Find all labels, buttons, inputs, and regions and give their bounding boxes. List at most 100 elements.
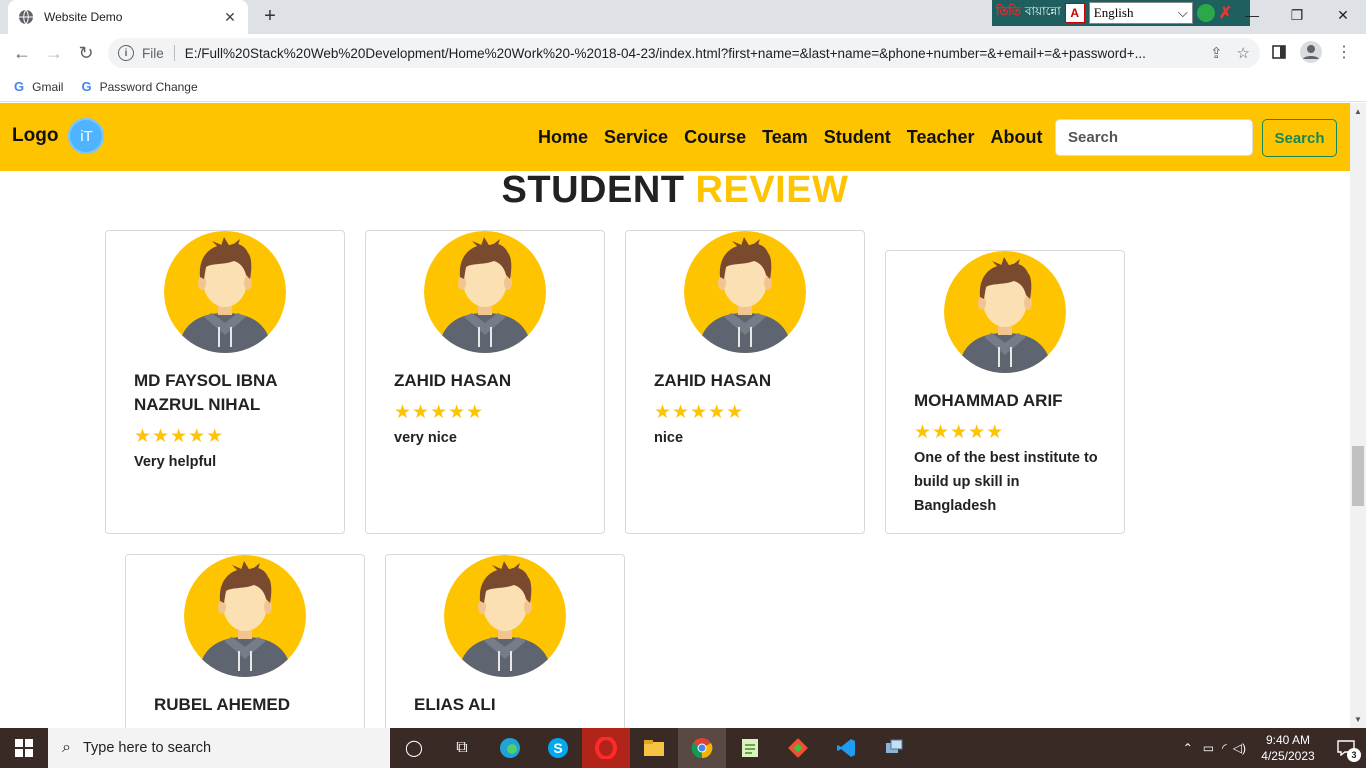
scrollbar-thumb[interactable] xyxy=(1352,446,1364,506)
student-avatar xyxy=(684,231,806,353)
battery-icon[interactable]: ▭ xyxy=(1203,741,1214,755)
taskbar-search[interactable]: ⌕ Type here to search xyxy=(48,728,390,768)
forward-arrow-icon[interactable]: → xyxy=(38,37,70,69)
reviewer-name: MOHAMMAD ARIF xyxy=(914,391,1063,410)
nav-teacher[interactable]: Teacher xyxy=(907,127,975,148)
star-rating: ★★★★★ xyxy=(134,426,225,447)
page-scrollbar[interactable]: ▲ ▼ xyxy=(1350,103,1366,728)
bookmarks-bar: G Gmail G Password Change xyxy=(0,72,1366,102)
site-navbar: Logo iT Home Service Course Team Student… xyxy=(0,103,1350,171)
taskbar-search-placeholder: Type here to search xyxy=(82,740,212,756)
review-card: MD FAYSOL IBNA NAZRUL NIHAL ★★★★★ Very h… xyxy=(105,230,345,534)
site-menu: Home Service Course Team Student Teacher… xyxy=(538,127,1042,148)
notepad-icon[interactable] xyxy=(726,728,774,768)
student-avatar xyxy=(184,555,306,677)
language-select-value: English xyxy=(1093,5,1134,20)
student-avatar xyxy=(164,231,286,353)
download-icon[interactable] xyxy=(1196,4,1215,22)
file-explorer-icon[interactable] xyxy=(630,728,678,768)
tab-strip: Website Demo ✕ + তিতি বায়ান্নো A Englis… xyxy=(0,0,1366,34)
bookmark-gmail[interactable]: G Gmail xyxy=(14,79,63,94)
language-bar-text-a: তিতি xyxy=(996,4,1021,18)
section-heading: STUDENT REVIEW xyxy=(0,169,1350,212)
reviewer-name: ELIAS ALI xyxy=(414,695,496,714)
reload-icon[interactable]: ↻ xyxy=(70,37,102,69)
google-icon: G xyxy=(14,79,25,94)
review-card: ELIAS ALI xyxy=(385,554,625,728)
bookmark-password-change[interactable]: G Password Change xyxy=(81,79,197,94)
site-search-button[interactable]: Search xyxy=(1262,119,1337,157)
wifi-icon[interactable]: ◜ xyxy=(1222,741,1227,755)
edge-icon[interactable] xyxy=(486,728,534,768)
review-text: One of the best institute to build up sk… xyxy=(914,450,1098,514)
reviewer-name: MD FAYSOL IBNA NAZRUL NIHAL xyxy=(134,371,277,414)
reviewer-name: RUBEL AHEMED xyxy=(154,695,291,714)
language-select[interactable]: English ⌵ xyxy=(1088,2,1193,24)
opera-icon[interactable] xyxy=(582,728,630,768)
scroll-up-icon[interactable]: ▲ xyxy=(1354,107,1362,116)
chrome-icon[interactable] xyxy=(678,728,726,768)
url-text[interactable]: E:/Full%20Stack%20Web%20Development/Home… xyxy=(185,46,1196,61)
review-card: ZAHID HASAN ★★★★★ nice xyxy=(625,230,865,534)
profile-avatar-icon[interactable] xyxy=(1296,37,1326,67)
review-text: nice xyxy=(654,430,684,446)
student-avatar xyxy=(424,231,546,353)
language-bar-text-b: বায়ান্নো xyxy=(1024,4,1061,18)
nav-about[interactable]: About xyxy=(990,127,1042,148)
windows-taskbar: ⌕ Type here to search ◯ ⧉ S ⌃ ▭ ◜ ◁) 9:4… xyxy=(0,728,1366,768)
star-rating: ★★★★★ xyxy=(394,402,485,423)
close-tab-icon[interactable]: ✕ xyxy=(222,9,238,26)
window-close-button[interactable]: ✕ xyxy=(1320,0,1366,30)
notification-count: 3 xyxy=(1347,748,1361,762)
nav-home[interactable]: Home xyxy=(538,127,588,148)
nav-course[interactable]: Course xyxy=(684,127,746,148)
bookmark-label: Password Change xyxy=(99,79,198,94)
share-icon[interactable]: ⇪ xyxy=(1210,44,1223,62)
cortana-icon[interactable]: ◯ xyxy=(390,728,438,768)
google-icon: G xyxy=(81,79,92,94)
git-icon[interactable] xyxy=(774,728,822,768)
site-logo[interactable]: Logo iT xyxy=(12,118,105,154)
reviewer-name: ZAHID HASAN xyxy=(394,371,512,390)
globe-icon xyxy=(19,9,33,25)
task-view-icon[interactable]: ⧉ xyxy=(438,728,486,768)
skype-icon[interactable]: S xyxy=(534,728,582,768)
taskbar-clock[interactable]: 9:40 AM 4/25/2023 xyxy=(1250,732,1326,764)
bookmark-label: Gmail xyxy=(32,79,64,94)
site-search-input[interactable] xyxy=(1055,119,1253,156)
heading-part1: STUDENT xyxy=(501,169,685,211)
address-scheme-label: File xyxy=(142,45,164,61)
restore-button[interactable]: ❐ xyxy=(1274,0,1320,30)
side-panel-icon[interactable] xyxy=(1264,37,1294,67)
language-bar: তিতি বায়ান্নো A English ⌵ ✗ xyxy=(992,0,1250,26)
chevron-up-icon[interactable]: ⌃ xyxy=(1183,741,1193,755)
adobe-icon[interactable]: A xyxy=(1064,3,1085,23)
notification-center-icon[interactable]: 3 xyxy=(1326,728,1366,768)
bookmark-star-icon[interactable]: ☆ xyxy=(1237,44,1250,62)
browser-tab[interactable]: Website Demo ✕ xyxy=(8,0,248,34)
review-card: RUBEL AHEMED xyxy=(125,554,365,728)
svg-text:S: S xyxy=(553,740,562,756)
clock-date: 4/25/2023 xyxy=(1261,749,1315,763)
network-app-icon[interactable] xyxy=(870,728,918,768)
reviewer-name: ZAHID HASAN xyxy=(654,371,772,390)
back-arrow-icon[interactable]: ← xyxy=(6,37,38,69)
vscode-icon[interactable] xyxy=(822,728,870,768)
windows-logo-icon xyxy=(15,739,33,757)
menu-dots-icon[interactable]: ⋮ xyxy=(1329,37,1359,67)
nav-student[interactable]: Student xyxy=(824,127,891,148)
nav-team[interactable]: Team xyxy=(762,127,808,148)
minimize-button[interactable]: — xyxy=(1229,0,1275,30)
tab-title: Website Demo xyxy=(44,10,123,24)
info-icon[interactable]: i xyxy=(118,45,134,61)
address-bar[interactable]: i File E:/Full%20Stack%20Web%20Developme… xyxy=(108,38,1260,68)
system-tray: ⌃ ▭ ◜ ◁) 9:40 AM 4/25/2023 3 xyxy=(1183,728,1366,768)
heading-part2: REVIEW xyxy=(695,169,849,211)
nav-service[interactable]: Service xyxy=(604,127,668,148)
star-rating: ★★★★★ xyxy=(654,402,745,423)
new-tab-button[interactable]: + xyxy=(258,5,282,29)
logo-text: Logo xyxy=(12,125,59,146)
scroll-down-icon[interactable]: ▼ xyxy=(1354,715,1362,724)
start-button[interactable] xyxy=(0,728,48,768)
volume-icon[interactable]: ◁) xyxy=(1233,741,1246,755)
